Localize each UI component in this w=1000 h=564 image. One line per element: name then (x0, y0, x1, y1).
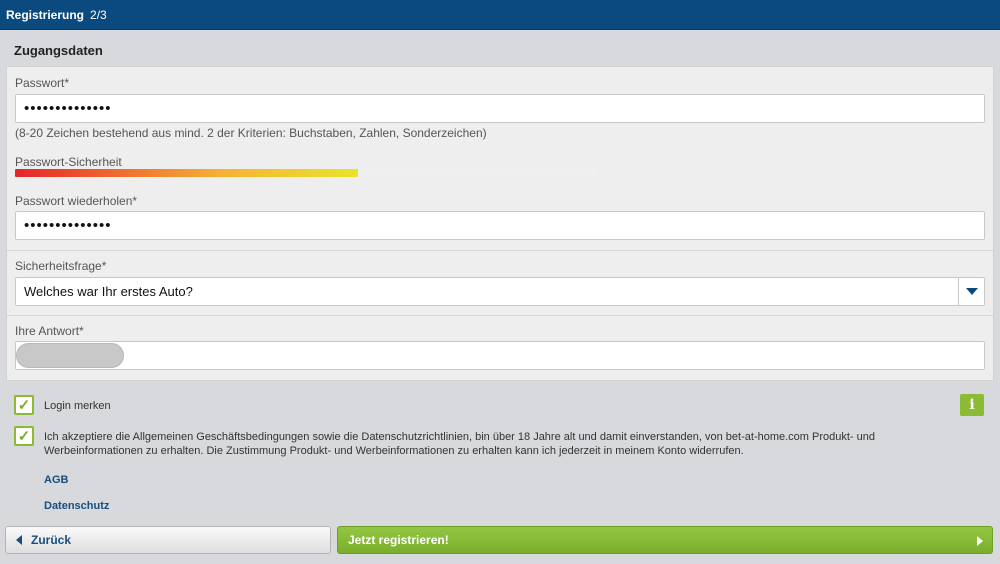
password-repeat-label: Passwort wiederholen* (15, 194, 138, 208)
arrow-right-icon (977, 536, 983, 546)
register-button-label: Jetzt registrieren! (348, 533, 449, 547)
terms-label: Ich akzeptiere die Allgemeinen Geschäfts… (44, 431, 875, 457)
strength-fill (15, 169, 359, 177)
register-button[interactable]: Jetzt registrieren! (337, 526, 993, 554)
strength-label: Passwort-Sicherheit (15, 155, 122, 169)
password-hint: (8-20 Zeichen bestehend aus mind. 2 der … (15, 126, 487, 140)
back-button-label: Zurück (31, 533, 72, 547)
answer-field[interactable] (15, 341, 985, 370)
password-strength-bar (15, 169, 597, 177)
top-bar: Registrierung 2/3 (0, 0, 1000, 30)
password-repeat-field[interactable]: •••••••••••••• (15, 211, 985, 240)
password-field[interactable]: •••••••••••••• (15, 94, 985, 123)
security-question-label: Sicherheitsfrage* (15, 259, 107, 273)
step-indicator: 2/3 (90, 7, 107, 22)
security-question-value: Welches war Ihr erstes Auto? (24, 284, 193, 299)
remember-login-label: Login merken (44, 400, 111, 412)
back-button[interactable]: Zurück (5, 526, 331, 554)
terms-checkbox[interactable]: ✓ (14, 426, 34, 446)
credentials-panel: Passwort* •••••••••••••• (8-20 Zeichen b… (6, 66, 994, 381)
privacy-link[interactable]: Datenschutz (44, 500, 109, 512)
answer-label: Ihre Antwort* (15, 324, 84, 338)
info-button[interactable]: i (960, 394, 984, 416)
divider (7, 250, 993, 251)
remember-login-checkbox[interactable]: ✓ (14, 395, 34, 415)
redacted-answer (16, 343, 124, 368)
agb-link[interactable]: AGB (44, 474, 68, 486)
divider (7, 315, 993, 316)
arrow-left-icon (16, 535, 22, 545)
chevron-down-icon[interactable] (958, 278, 984, 305)
security-question-select[interactable]: Welches war Ihr erstes Auto? (15, 277, 985, 306)
password-label: Passwort* (15, 76, 70, 90)
section-title: Zugangsdaten (14, 43, 103, 58)
header-title: Registrierung (6, 7, 85, 22)
